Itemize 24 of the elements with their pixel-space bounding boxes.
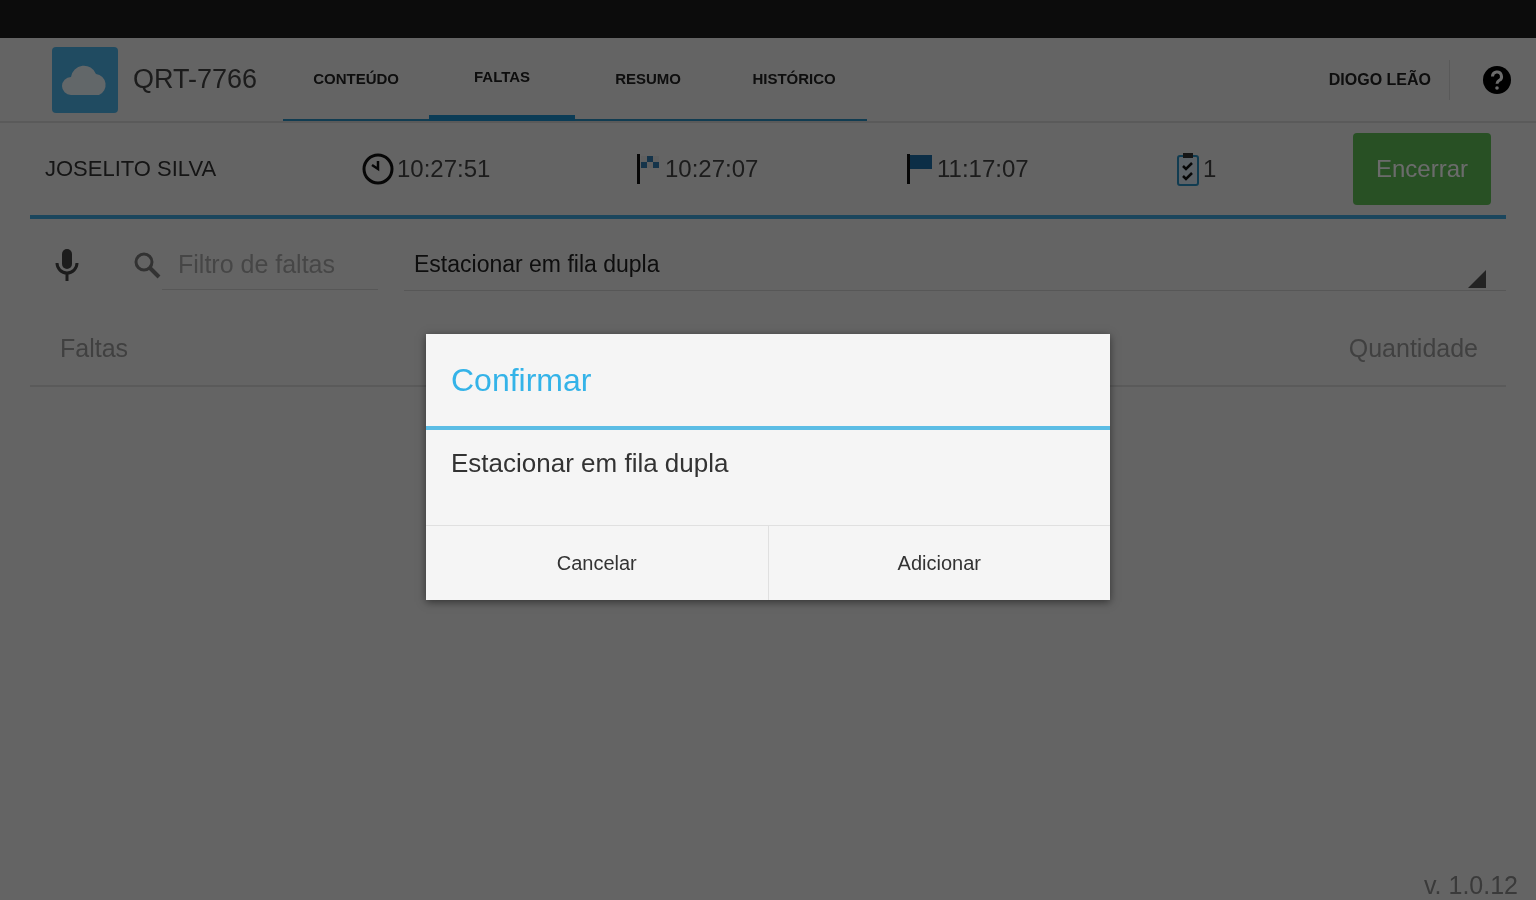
info-value: 1 — [1203, 155, 1217, 183]
tab[interactable]: HISTÓRICO — [721, 38, 868, 121]
info-value: 10:27:51 — [397, 155, 491, 183]
tab[interactable]: RESUMO — [575, 38, 722, 121]
dropdown-corner-icon — [1468, 269, 1486, 288]
info-value: 10:27:07 — [665, 155, 759, 183]
clipboard-check-icon — [1175, 151, 1201, 187]
fault-dropdown[interactable]: Estacionar em fila dupla — [404, 239, 1506, 291]
app-title: QRT-7766 — [133, 64, 258, 95]
tab[interactable]: FALTAS — [429, 38, 576, 121]
dialog-button[interactable]: Cancelar — [426, 526, 768, 600]
dialog-message: Estacionar em fila dupla — [450, 447, 730, 480]
help-icon[interactable] — [1482, 64, 1512, 95]
flag-icon — [905, 152, 935, 186]
clock-icon — [361, 152, 395, 186]
dialog-button[interactable]: Adicionar — [767, 526, 1110, 600]
user-name[interactable]: DIOGO LEÃO — [1328, 59, 1450, 100]
driver-name: JOSELITO SILVA — [45, 156, 218, 182]
info-value: 11:17:07 — [937, 155, 1029, 183]
tab[interactable]: CONTEÚDO — [283, 38, 430, 121]
dialog-title: Confirmar — [426, 334, 1110, 430]
cloud-logo — [52, 46, 118, 113]
search-icon — [132, 250, 162, 280]
close-button[interactable]: Encerrar — [1353, 133, 1491, 205]
